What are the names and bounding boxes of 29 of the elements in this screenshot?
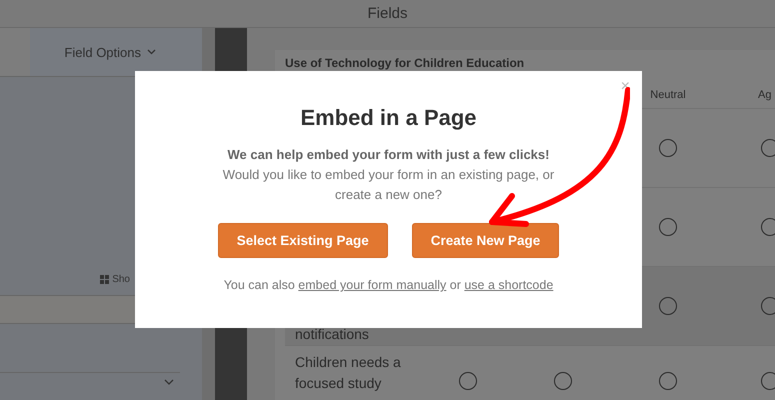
footer-link[interactable]: embed your form manually	[298, 278, 446, 292]
radio-button[interactable]	[761, 218, 775, 236]
footer-text: You can also embed your form manually or use a shortcode	[224, 278, 554, 292]
dialog-lead-text: We can help embed your form with just a few clicks!	[228, 146, 550, 164]
radio-button[interactable]	[761, 372, 775, 390]
radio-button[interactable]	[554, 372, 572, 390]
radio-button[interactable]	[458, 372, 476, 390]
radio-button[interactable]	[659, 372, 677, 390]
grid-icon	[100, 275, 110, 284]
radio-button[interactable]	[659, 139, 677, 157]
column-header: Ag	[758, 89, 772, 101]
radio-button[interactable]	[659, 297, 677, 315]
row-label: notifications	[295, 325, 370, 343]
radio-button[interactable]	[761, 297, 775, 315]
chevron-down-icon[interactable]	[164, 379, 174, 385]
footer-link[interactable]: use a shortcode	[464, 278, 554, 292]
question-title: Use of Technology for Children Education	[285, 56, 526, 70]
create-new-page-button[interactable]: Create New Page	[412, 223, 560, 258]
dialog-question-text: Would you like to embed your form in an existing page, or create a new one?	[222, 166, 556, 204]
chevron-down-icon	[147, 49, 156, 55]
panel-title: Fields	[367, 4, 408, 22]
select-existing-page-button[interactable]: Select Existing Page	[218, 223, 388, 258]
row-label: Children needs a focused study	[295, 353, 402, 393]
dialog-title: Embed in a Page	[300, 105, 477, 131]
show-link[interactable]: Sho	[100, 274, 130, 285]
field-options-tab[interactable]: Field Options	[30, 28, 202, 76]
radio-button[interactable]	[659, 218, 677, 236]
radio-button[interactable]	[761, 139, 775, 157]
column-header: Neutral	[650, 89, 686, 101]
